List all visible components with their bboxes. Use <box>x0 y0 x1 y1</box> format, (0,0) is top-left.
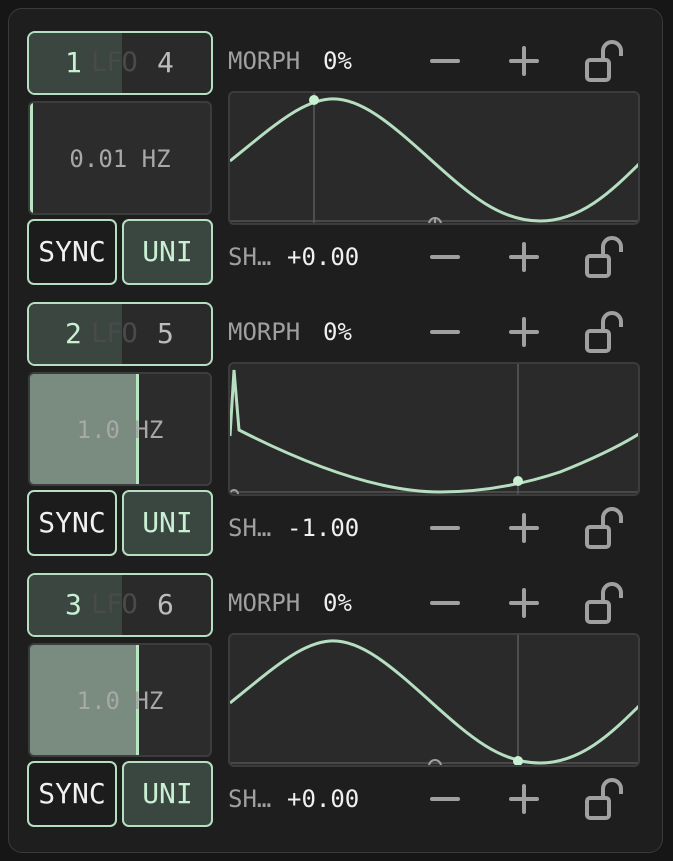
morph-value[interactable]: 0% <box>323 302 352 362</box>
lfo-selector-1[interactable]: 1 LFO 4 <box>27 31 213 95</box>
lfo-selector-left-number: 3 <box>65 588 82 621</box>
unlock-icon[interactable] <box>580 503 630 553</box>
rate-value: 1.0 HZ <box>76 687 164 715</box>
waveform-plot-2[interactable] <box>228 362 640 496</box>
plus-icon[interactable] <box>499 578 549 628</box>
lfo-selector-left-number: 2 <box>65 317 82 350</box>
lfo-selector-label: LFO <box>91 318 138 349</box>
minus-icon[interactable] <box>420 232 470 282</box>
unlock-icon[interactable] <box>580 36 630 86</box>
unlock-icon[interactable] <box>580 232 630 282</box>
lfo-selector-right-number: 5 <box>157 317 174 350</box>
shape-value[interactable]: -1.00 <box>287 498 359 558</box>
shape-label: SH… <box>228 243 272 271</box>
waveform-graph <box>230 364 638 494</box>
shape-value[interactable]: +0.00 <box>287 769 359 829</box>
lfo-selector-right-number: 6 <box>157 588 174 621</box>
shape-label: SH… <box>228 785 272 813</box>
lfo-selector-right-number: 4 <box>157 46 174 79</box>
plus-icon[interactable] <box>499 774 549 824</box>
unlock-icon[interactable] <box>580 578 630 628</box>
sync-button-3[interactable]: SYNC <box>27 761 117 827</box>
unlock-icon[interactable] <box>580 774 630 824</box>
lfo-block-1: 1 LFO 4 0.01 HZ SYNC UNI MORPH 0% SH… +0… <box>0 31 673 302</box>
minus-icon[interactable] <box>420 307 470 357</box>
morph-value[interactable]: 0% <box>323 573 352 633</box>
minus-icon[interactable] <box>420 503 470 553</box>
waveform-graph <box>230 93 638 223</box>
lfo-block-3: 3 LFO 6 1.0 HZ SYNC UNI MORPH 0% SH… +0.… <box>0 573 673 844</box>
minus-icon[interactable] <box>420 774 470 824</box>
waveform-plot-3[interactable] <box>228 633 640 767</box>
sync-button-1[interactable]: SYNC <box>27 219 117 285</box>
unlock-icon[interactable] <box>580 307 630 357</box>
rate-value: 1.0 HZ <box>76 416 164 444</box>
shape-label: SH… <box>228 514 272 542</box>
minus-icon[interactable] <box>420 578 470 628</box>
rate-slider-1[interactable]: 0.01 HZ <box>28 101 212 215</box>
plus-icon[interactable] <box>499 307 549 357</box>
shape-value[interactable]: +0.00 <box>287 227 359 287</box>
morph-label: MORPH <box>228 589 301 617</box>
morph-value[interactable]: 0% <box>323 31 352 91</box>
minus-icon[interactable] <box>420 36 470 86</box>
plus-icon[interactable] <box>499 503 549 553</box>
lfo-selector-left-number: 1 <box>65 46 82 79</box>
lfo-block-2: 2 LFO 5 1.0 HZ SYNC UNI MORPH 0% SH… -1.… <box>0 302 673 573</box>
morph-label: MORPH <box>228 47 301 75</box>
uni-button-3[interactable]: UNI <box>122 761 213 827</box>
waveform-graph <box>230 635 638 765</box>
uni-button-1[interactable]: UNI <box>122 219 213 285</box>
rate-value: 0.01 HZ <box>69 145 171 173</box>
lfo-selector-3[interactable]: 3 LFO 6 <box>27 573 213 637</box>
waveform-plot-1[interactable] <box>228 91 640 225</box>
lfo-selector-label: LFO <box>91 47 138 78</box>
plus-icon[interactable] <box>499 232 549 282</box>
rate-slider-3[interactable]: 1.0 HZ <box>28 643 212 757</box>
uni-button-2[interactable]: UNI <box>122 490 213 556</box>
sync-button-2[interactable]: SYNC <box>27 490 117 556</box>
plus-icon[interactable] <box>499 36 549 86</box>
morph-label: MORPH <box>228 318 301 346</box>
lfo-selector-2[interactable]: 2 LFO 5 <box>27 302 213 366</box>
lfo-selector-label: LFO <box>91 589 138 620</box>
rate-slider-2[interactable]: 1.0 HZ <box>28 372 212 486</box>
